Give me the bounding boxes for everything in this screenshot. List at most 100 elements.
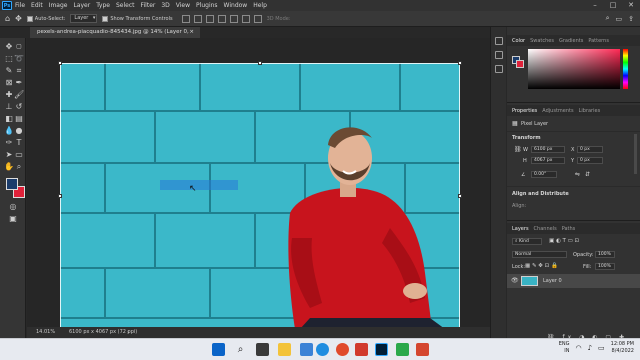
move-tool-icon[interactable]: ✥ — [15, 14, 22, 23]
align-bottom-icon[interactable] — [241, 14, 250, 23]
workspace-icon[interactable]: ▭ — [616, 15, 623, 23]
blur-icon[interactable]: 💧 — [4, 126, 14, 136]
tab-gradients[interactable]: Gradients — [559, 38, 583, 44]
transform-handle[interactable] — [458, 61, 462, 65]
clock[interactable]: 12:08 PM 8/4/2022 — [611, 341, 634, 355]
character-icon[interactable] — [495, 65, 503, 73]
height-field[interactable]: 4067 px — [531, 157, 565, 164]
search-icon[interactable]: ⌕ — [234, 343, 247, 356]
y-field[interactable]: 0 px — [577, 157, 603, 164]
align-top-icon[interactable] — [217, 14, 226, 23]
menu-select[interactable]: Select — [116, 2, 135, 9]
healing-icon[interactable]: ✚ — [4, 90, 14, 100]
app-icon[interactable] — [416, 343, 429, 356]
lock-icons[interactable]: ▦ ✎ ✥ ⊡ 🔒 — [525, 263, 558, 269]
document-tab[interactable]: pexels-andrea-piacquadio-845434.jpg @ 14… — [30, 27, 200, 46]
menu-window[interactable]: Window — [224, 2, 248, 9]
search-icon[interactable]: ⌕ — [606, 14, 610, 23]
artboard-icon[interactable]: ▢ — [14, 42, 24, 52]
close-tab-icon[interactable]: × — [189, 27, 194, 38]
layer-row[interactable]: 👁 Layer 0 — [507, 274, 640, 288]
quick-mask-icon[interactable]: ◎ — [8, 202, 18, 212]
menu-help[interactable]: Help — [253, 2, 267, 9]
menu-file[interactable]: File — [15, 2, 25, 9]
shape-icon[interactable]: ▭ — [14, 150, 24, 160]
transform-handle[interactable] — [258, 61, 262, 65]
tab-adjustments[interactable]: Adjustments — [542, 108, 573, 114]
zoom-level[interactable]: 14.01% — [36, 327, 55, 338]
path-select-icon[interactable]: ➤ — [4, 150, 14, 160]
start-icon[interactable] — [212, 343, 225, 356]
eyedropper-icon[interactable]: ✒ — [14, 78, 24, 88]
history-icon[interactable] — [495, 37, 503, 45]
screen-mode-icon[interactable]: ▣ — [8, 214, 18, 224]
filter-kind-dropdown[interactable]: ⌕ Kind — [512, 238, 542, 245]
tab-libraries[interactable]: Libraries — [579, 108, 601, 114]
marquee-icon[interactable]: ⬚ — [4, 54, 14, 64]
history-brush-icon[interactable]: ↺ — [14, 102, 24, 112]
hue-slider[interactable] — [623, 49, 628, 89]
transform-handle[interactable] — [458, 194, 462, 198]
menu-layer[interactable]: Layer — [73, 2, 90, 9]
task-view-icon[interactable] — [256, 343, 269, 356]
photoshop-taskbar-icon[interactable] — [375, 343, 388, 356]
status-arrow-icon[interactable]: › — [127, 327, 129, 338]
menu-filter[interactable]: Filter — [141, 2, 156, 9]
auto-select-checkbox[interactable]: Auto-Select: — [26, 15, 65, 22]
wifi-icon[interactable]: ◠ — [575, 344, 581, 352]
opacity-field[interactable]: 100% — [595, 251, 615, 258]
home-icon[interactable]: ⌂ — [5, 14, 10, 23]
color-picker-field[interactable] — [528, 49, 620, 89]
auto-select-dropdown[interactable]: Layer — [70, 14, 98, 23]
chrome-icon[interactable] — [336, 343, 349, 356]
file-explorer-icon[interactable] — [278, 343, 291, 356]
hand-icon[interactable]: ✋ — [4, 162, 14, 172]
tab-patterns[interactable]: Patterns — [588, 38, 609, 44]
x-field[interactable]: 0 px — [577, 146, 603, 153]
maximize-icon[interactable]: □ — [604, 0, 622, 11]
tab-color[interactable]: Color — [512, 38, 525, 44]
flip-vertical-icon[interactable]: ⇵ — [585, 171, 590, 178]
tab-swatches[interactable]: Swatches — [530, 38, 554, 44]
layer-filter-icons[interactable]: ▣ ◐ T ▭ ⊡ — [549, 238, 579, 244]
eraser-icon[interactable]: ◧ — [4, 114, 14, 124]
foreground-color-swatch[interactable] — [6, 178, 18, 190]
tab-channels[interactable]: Channels — [534, 226, 557, 232]
angle-field[interactable]: 0.00° — [531, 171, 557, 178]
width-field[interactable]: 6100 px — [531, 146, 565, 153]
menu-image[interactable]: Image — [49, 2, 68, 9]
language-indicator[interactable]: ENG IN — [559, 341, 570, 355]
move-icon[interactable]: ✥ — [4, 42, 14, 52]
visibility-eye-icon[interactable]: 👁 — [511, 277, 519, 284]
minimize-icon[interactable]: – — [586, 0, 604, 11]
pen-icon[interactable]: ✑ — [4, 138, 14, 148]
dodge-icon[interactable]: ● — [14, 126, 24, 136]
menu-view[interactable]: View — [176, 2, 190, 9]
menu-type[interactable]: Type — [96, 2, 110, 9]
menu-plugins[interactable]: Plugins — [196, 2, 218, 9]
zoom-icon[interactable]: ⌕ — [14, 162, 24, 172]
align-center-icon[interactable] — [193, 14, 202, 23]
properties-scrollbar[interactable] — [634, 134, 637, 174]
volume-icon[interactable]: ♪ — [588, 344, 592, 352]
align-right-icon[interactable] — [205, 14, 214, 23]
app-icon[interactable] — [355, 343, 368, 356]
close-icon[interactable]: ✕ — [622, 0, 640, 11]
distribute-icon[interactable] — [253, 14, 262, 23]
brush-icon[interactable]: 🖌 — [14, 90, 24, 100]
type-icon[interactable]: T — [14, 138, 24, 148]
blend-mode-dropdown[interactable]: Normal — [512, 251, 567, 258]
frame-icon[interactable]: ⊠ — [4, 78, 14, 88]
edge-icon[interactable] — [316, 343, 329, 356]
app-icon[interactable] — [396, 343, 409, 356]
link-icon[interactable]: ⛓ — [514, 146, 522, 153]
show-transform-checkbox[interactable]: Show Transform Controls — [102, 15, 173, 22]
tab-properties[interactable]: Properties — [512, 108, 537, 114]
menu-3d[interactable]: 3D — [161, 2, 169, 9]
crop-icon[interactable]: ⌗ — [14, 66, 24, 76]
tab-layers[interactable]: Layers — [512, 226, 529, 232]
canvas-area[interactable]: ↖ — [27, 38, 490, 329]
gradient-icon[interactable]: ▤ — [14, 114, 24, 124]
color-bg-swatch[interactable] — [516, 60, 524, 68]
battery-icon[interactable]: ▭ — [598, 344, 605, 352]
